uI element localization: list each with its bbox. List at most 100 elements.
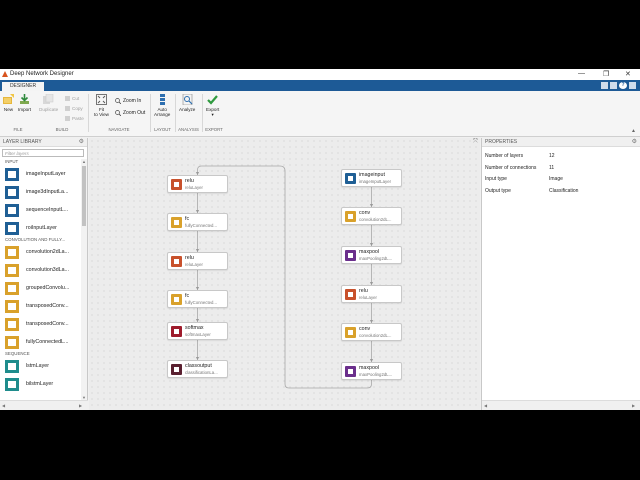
scroll-left-icon[interactable]: ◀	[484, 403, 487, 408]
layer-node-fc-1[interactable]: fc fullyConnected...	[167, 213, 228, 231]
relu-layer-icon	[171, 179, 182, 190]
auto-arrange-button[interactable]: Auto Arrange	[154, 94, 170, 117]
quick-access-toolbar: ?	[601, 82, 636, 89]
library-item[interactable]: imageInputLayer	[0, 165, 81, 183]
property-label: Input type	[485, 176, 507, 182]
library-item-label: groupedConvolu...	[26, 285, 70, 291]
toolstrip: New Import Duplicate Cut Copy Paste Fit …	[0, 91, 640, 137]
dropdown-icon[interactable]	[629, 82, 636, 89]
duplicate-icon	[43, 94, 54, 104]
copy-button[interactable]: Copy	[65, 106, 83, 111]
paste-icon	[65, 116, 70, 121]
scroll-thumb[interactable]	[82, 166, 86, 226]
library-item[interactable]: transposedConv...	[0, 315, 81, 333]
import-icon	[20, 94, 30, 104]
fit-to-view-button[interactable]: Fit to View	[94, 94, 109, 117]
maximize-button[interactable]: ❐	[603, 70, 609, 78]
section-label-navigate: NAVIGATE	[108, 127, 130, 132]
library-item-label: roiInputLayer	[26, 225, 57, 231]
quick-access-icon[interactable]	[610, 82, 617, 89]
library-item[interactable]: transposedConv...	[0, 297, 81, 315]
layer-node-conv-2[interactable]: conv convolution2dL...	[341, 323, 402, 341]
layer-name: classoutput	[185, 363, 212, 369]
collapse-toolstrip-icon[interactable]: ▲	[631, 128, 636, 134]
export-button[interactable]: Export ▾	[206, 94, 219, 117]
analyze-button[interactable]: Analyze	[179, 94, 195, 112]
layer-node-fc-2[interactable]: fc fullyConnected...	[167, 290, 228, 308]
filter-layers-input[interactable]: Filter layers	[2, 149, 84, 157]
cut-button[interactable]: Cut	[65, 96, 79, 101]
layer-type: maxPooling2dL...	[359, 256, 393, 261]
scroll-right-icon[interactable]: ▶	[79, 403, 82, 408]
layer-node-softmax[interactable]: softmax softmaxLayer	[167, 322, 228, 340]
layer-node-relu-2[interactable]: relu reluLayer	[167, 252, 228, 270]
zoom-out-button[interactable]: Zoom Out	[115, 110, 145, 116]
panel-header: LAYER LIBRARY ⚙	[0, 138, 87, 147]
layer-node-maxpool-1[interactable]: maxpool maxPooling2dL...	[341, 246, 402, 264]
library-item[interactable]: image3dInputLa...	[0, 183, 81, 201]
library-item[interactable]: roiInputLayer	[0, 219, 81, 237]
expand-canvas-icon[interactable]: ⤧	[473, 139, 478, 146]
export-checkmark-icon	[207, 95, 218, 105]
horizontal-scrollbar[interactable]: ◀ ▶	[482, 400, 640, 410]
pool-layer-icon	[345, 250, 356, 261]
library-item[interactable]: groupedConvolu...	[0, 279, 81, 297]
paste-button[interactable]: Paste	[65, 116, 84, 121]
panel-options-icon[interactable]: ⚙	[632, 138, 637, 147]
new-button[interactable]: New	[3, 94, 14, 112]
new-icon	[3, 94, 14, 104]
network-canvas[interactable]: relu reluLayer fc fullyConnected... relu relu…	[89, 138, 480, 410]
layer-node-classoutput[interactable]: classoutput classificationLa...	[167, 360, 228, 378]
layer-name: fc	[185, 216, 190, 222]
connection-lines	[195, 165, 374, 389]
scroll-up-icon[interactable]: ▲	[81, 159, 87, 164]
tab-designer[interactable]: DESIGNER	[2, 82, 44, 91]
library-item[interactable]: sequenceInputL...	[0, 201, 81, 219]
layer-node-relu-3[interactable]: relu reluLayer	[341, 285, 402, 303]
title-bar: Deep Network Designer — ❐ ✕	[0, 69, 640, 80]
library-item[interactable]: lstmLayer	[0, 357, 81, 375]
copy-icon	[65, 106, 70, 111]
layer-node-imageinput[interactable]: imageinput imageInputLayer	[341, 169, 402, 187]
scroll-right-icon[interactable]: ▶	[632, 403, 635, 408]
property-value: Classification	[549, 188, 579, 194]
import-button[interactable]: Import	[18, 94, 31, 112]
vertical-scrollbar[interactable]: ▲ ▼	[81, 159, 87, 400]
zoom-in-button[interactable]: Zoom In	[115, 98, 141, 104]
conv-layer-icon	[171, 217, 182, 228]
zoom-in-icon	[115, 98, 121, 104]
scroll-left-icon[interactable]: ◀	[2, 403, 5, 408]
chevron-down-icon: ▾	[211, 112, 214, 117]
minimize-button[interactable]: —	[578, 70, 585, 77]
library-item[interactable]: convolution3dLa...	[0, 261, 81, 279]
library-item[interactable]: convolution2dLa...	[0, 243, 81, 261]
property-label: Number of connections	[485, 165, 537, 171]
horizontal-scrollbar[interactable]: ◀ ▶	[0, 400, 88, 410]
library-item[interactable]: bilstmLayer	[0, 375, 81, 393]
library-item-label: bilstmLayer	[26, 381, 54, 387]
help-icon[interactable]: ?	[619, 82, 627, 89]
section-label-build: BUILD	[55, 127, 69, 132]
panel-options-icon[interactable]: ⚙	[79, 138, 84, 147]
zoom-out-icon	[115, 110, 121, 116]
close-button[interactable]: ✕	[625, 70, 631, 78]
quick-access-icon[interactable]	[601, 82, 608, 89]
layer-name: relu	[185, 178, 194, 184]
deep-network-designer-window: Deep Network Designer — ❐ ✕ DESIGNER ? N…	[0, 69, 640, 410]
layer-node-relu-1[interactable]: relu reluLayer	[167, 175, 228, 193]
library-item-label: imageInputLayer	[26, 171, 66, 177]
conv-layer-icon	[171, 294, 182, 305]
layer-node-maxpool-2[interactable]: maxpool maxPooling2dL...	[341, 362, 402, 380]
section-label-layout: LAYOUT	[154, 127, 171, 132]
duplicate-button[interactable]: Duplicate	[39, 94, 58, 112]
pool-layer-icon	[345, 366, 356, 377]
library-item-label: convolution3dLa...	[26, 267, 69, 273]
library-item[interactable]: fullyConnectedL...	[0, 333, 81, 351]
lstm-icon	[5, 359, 19, 373]
layer-node-conv-1[interactable]: conv convolution2dL...	[341, 207, 402, 225]
conv-layer-icon	[345, 327, 356, 338]
fully-connected-icon	[5, 335, 19, 349]
tab-strip: DESIGNER ?	[0, 80, 640, 91]
transposed-conv3d-icon	[5, 317, 19, 331]
layer-library-panel: LAYER LIBRARY ⚙ Filter layers INPUT image…	[0, 138, 88, 400]
